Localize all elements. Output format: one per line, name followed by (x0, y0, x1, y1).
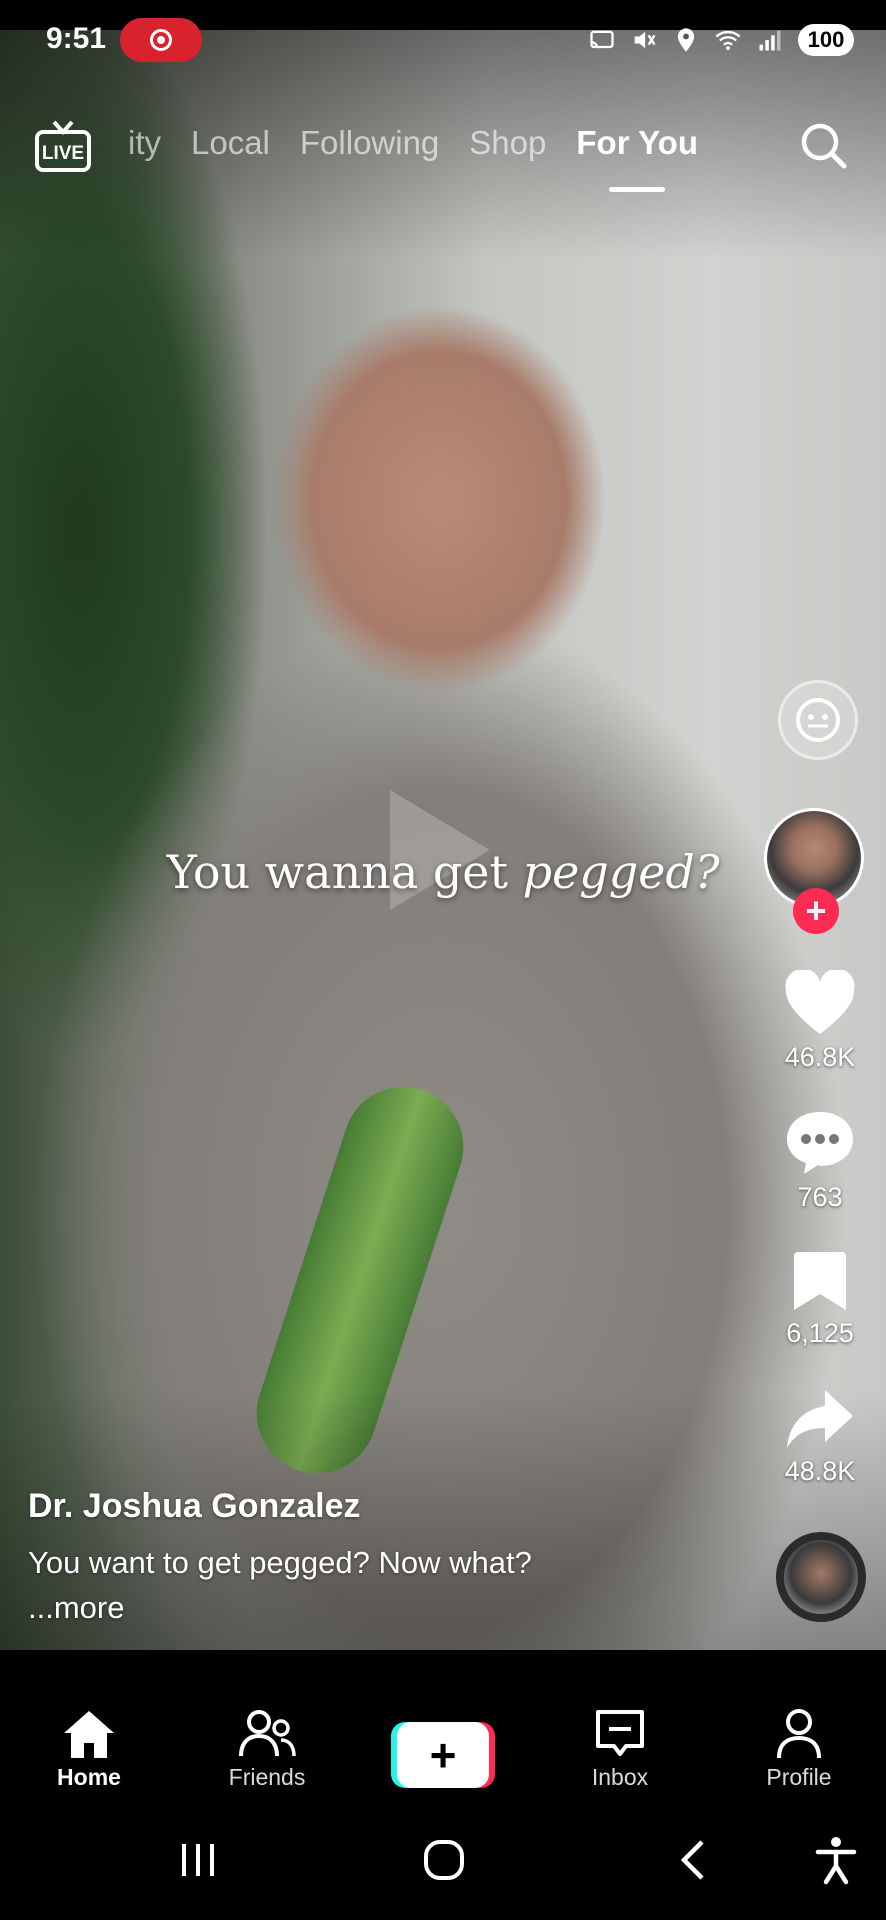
search-icon[interactable] (796, 118, 852, 174)
save-count: 6,125 (786, 1318, 854, 1348)
nav-profile-label: Profile (766, 1764, 832, 1790)
nav-friends-label: Friends (228, 1764, 306, 1790)
bookmark-icon (794, 1252, 846, 1310)
system-nav-bar (0, 1800, 886, 1920)
nav-inbox[interactable]: Inbox (550, 1708, 690, 1791)
svg-text:LIVE: LIVE (42, 143, 84, 164)
video-description: You want to get pegged? Now what? (28, 1545, 532, 1580)
status-time: 9:51 (46, 22, 107, 55)
battery-indicator: 100 (798, 24, 854, 56)
live-icon[interactable]: LIVE (34, 118, 92, 174)
location-icon (677, 28, 695, 52)
back-icon[interactable] (664, 1830, 724, 1890)
status-icons: 100 (588, 24, 854, 56)
comment-button[interactable]: 763 (760, 1108, 880, 1213)
friends-icon (239, 1710, 296, 1757)
plus-icon: + (397, 1722, 489, 1788)
share-icon (787, 1390, 853, 1448)
emoji-icon (796, 698, 840, 742)
recent-apps-icon[interactable] (168, 1830, 228, 1890)
like-button[interactable]: 46.8K (760, 970, 880, 1073)
nav-inbox-label: Inbox (591, 1764, 649, 1790)
caption-italic-text: pegged? (522, 845, 720, 899)
music-disc-icon[interactable] (776, 1532, 866, 1622)
like-count: 46.8K (784, 1042, 856, 1072)
video-caption: You wanna get pegged? (0, 845, 886, 899)
comment-count: 763 (797, 1182, 843, 1212)
cast-icon (590, 30, 614, 49)
signal-icon (759, 30, 781, 51)
status-bar: 9:51 100 (0, 0, 886, 78)
share-button[interactable]: 48.8K (760, 1388, 880, 1487)
caption-text: You wanna get (166, 845, 523, 899)
screen-record-icon[interactable] (120, 18, 202, 62)
home-system-icon[interactable] (414, 1830, 474, 1890)
wifi-icon (715, 30, 741, 51)
comment-icon (787, 1112, 853, 1174)
feed-tabs: ity Local Following Shop For You (128, 124, 698, 162)
heart-icon (785, 970, 855, 1034)
tab-community[interactable]: ity (128, 124, 161, 162)
tab-shop[interactable]: Shop (469, 124, 546, 162)
profile-icon (777, 1709, 821, 1759)
nav-friends[interactable]: Friends (197, 1708, 337, 1791)
create-button[interactable]: + (391, 1722, 495, 1788)
tab-for-you[interactable]: For You (576, 124, 698, 162)
follow-button[interactable]: + (793, 888, 839, 934)
accessibility-icon[interactable] (806, 1830, 866, 1890)
bottom-nav: Home Friends + Inbox Profile (0, 1650, 886, 1800)
home-icon (64, 1711, 114, 1758)
tab-following[interactable]: Following (300, 124, 439, 162)
nav-profile[interactable]: Profile (729, 1708, 869, 1791)
nav-home[interactable]: Home (19, 1708, 159, 1791)
more-link[interactable]: ...more (28, 1590, 124, 1626)
video-player[interactable] (0, 30, 886, 1650)
nav-home-label: Home (57, 1764, 121, 1790)
save-button[interactable]: 6,125 (760, 1250, 880, 1349)
creator-name[interactable]: Dr. Joshua Gonzalez (28, 1487, 361, 1526)
tab-local[interactable]: Local (191, 124, 270, 162)
top-feed-nav: LIVE ity Local Following Shop For You (0, 110, 886, 200)
inbox-icon (596, 1710, 644, 1756)
share-count: 48.8K (784, 1456, 856, 1486)
emoji-reaction-button[interactable] (778, 680, 858, 760)
mute-icon (634, 31, 656, 49)
